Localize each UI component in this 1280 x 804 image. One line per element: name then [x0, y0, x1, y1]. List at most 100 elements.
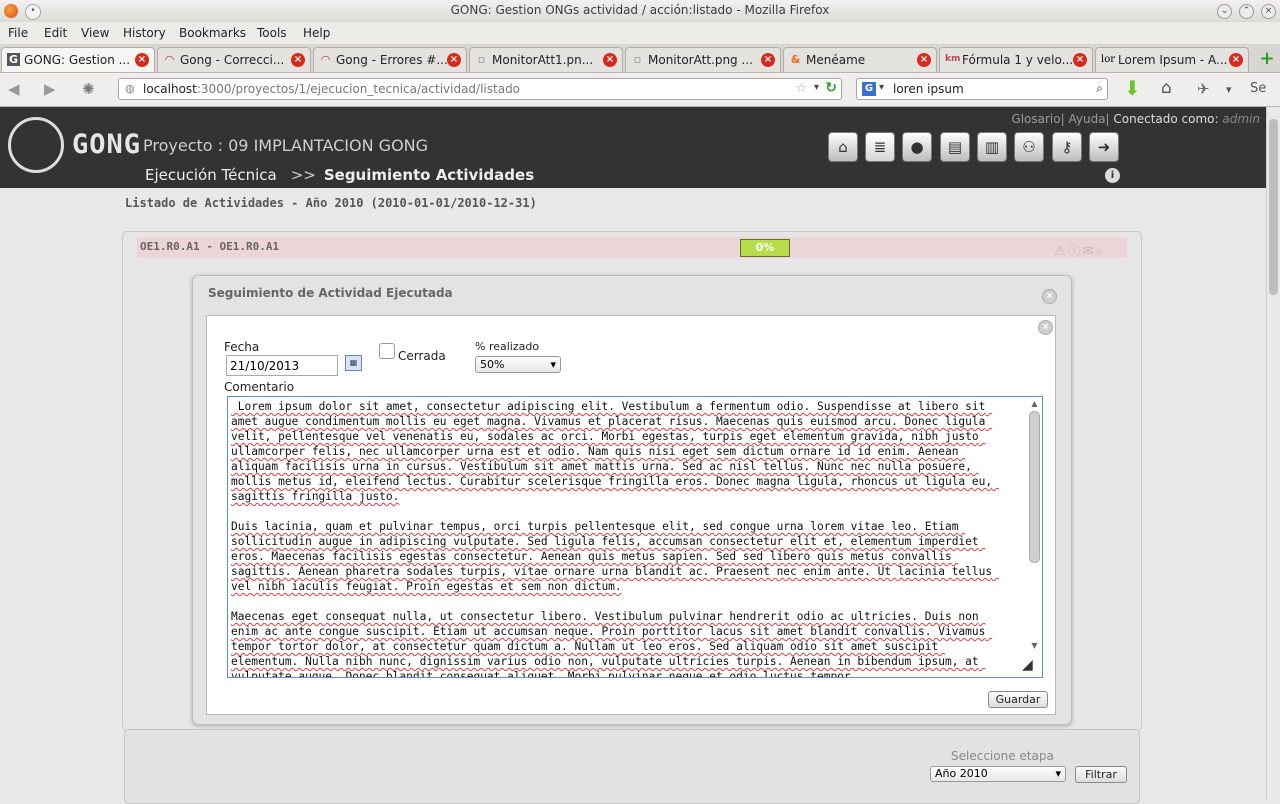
search-bar[interactable]: G ▾ loren ipsum ⌕: [856, 78, 1108, 100]
etapa-value: Año 2010: [935, 767, 988, 780]
page-scrollbar[interactable]: [1266, 107, 1280, 800]
row-actions: ⚠ⓘ✉⌕: [1054, 240, 1105, 259]
tab-formula1[interactable]: km Fórmula 1 y velo... ×: [939, 47, 1093, 72]
url-bar[interactable]: ◍ localhost:3000/proyectos/1/ejecucion_t…: [118, 78, 842, 100]
info-icon[interactable]: i: [1105, 168, 1120, 183]
tab-close-icon[interactable]: ×: [603, 53, 617, 67]
addon-icon[interactable]: ✺: [82, 80, 95, 98]
warning-icon[interactable]: ⚠: [1054, 244, 1068, 259]
cerrada-checkbox[interactable]: [379, 343, 395, 359]
google-icon[interactable]: G: [862, 82, 876, 96]
tab-label: GONG: Gestion ...: [24, 53, 131, 67]
menu-history[interactable]: History: [123, 26, 166, 40]
menu-bookmarks[interactable]: Bookmarks: [179, 26, 246, 40]
tab-gong-errores[interactable]: ◠ Gong - Errores #... ×: [313, 47, 467, 72]
realizado-select[interactable]: 50% ▾: [475, 356, 561, 373]
tab-close-icon[interactable]: ×: [291, 53, 305, 67]
lorem-favicon-icon: lor: [1101, 54, 1115, 65]
home-icon[interactable]: ⌂: [828, 132, 858, 162]
minimize-icon[interactable]: ⌄: [1217, 4, 1232, 19]
users-icon[interactable]: ⚇: [1014, 132, 1044, 162]
activity-row[interactable]: OE1.R0.A1 - OE1.R0.A1: [137, 237, 1127, 258]
tab-monitoratt[interactable]: ▫ MonitorAtt.png ... ×: [625, 47, 781, 72]
toolbar-menu-icon[interactable]: ▾: [1226, 83, 1232, 96]
scroll-up-icon[interactable]: ▲: [1029, 399, 1040, 409]
scroll-down-icon[interactable]: ▼: [1029, 641, 1040, 651]
new-tab-icon[interactable]: +: [1258, 50, 1276, 68]
menu-help[interactable]: Help: [303, 26, 330, 40]
window-title: GONG: Gestion ONGs actividad / acción:li…: [450, 3, 830, 17]
tab-close-icon[interactable]: ×: [917, 53, 931, 67]
etapa-select[interactable]: Año 2010 ▾: [930, 766, 1066, 782]
resize-grip-icon[interactable]: ◢: [1022, 657, 1038, 673]
guardar-button[interactable]: Guardar: [988, 691, 1048, 708]
calendar-icon[interactable]: ▦: [345, 355, 362, 371]
info-icon[interactable]: ⓘ: [1068, 244, 1083, 259]
app-header: GONG Proyecto : 09 IMPLANTACION GONG Glo…: [0, 107, 1266, 188]
user-icon[interactable]: ●: [902, 132, 932, 162]
tools-icon[interactable]: ✈: [1197, 80, 1210, 98]
comment-icon[interactable]: ✉: [1083, 244, 1096, 259]
page-scroll-thumb[interactable]: [1269, 119, 1278, 295]
tab-meneame[interactable]: & Menéame ×: [783, 47, 937, 72]
tab-monitoratt1[interactable]: ▫ MonitorAtt1.pn... ×: [469, 47, 623, 72]
fecha-label: Fecha: [224, 340, 260, 354]
logout-icon[interactable]: ➜: [1089, 132, 1119, 162]
tab-close-icon[interactable]: ×: [447, 53, 461, 67]
tab-lorem-ipsum[interactable]: lor Lorem Ipsum - A... ×: [1095, 47, 1249, 72]
search-input[interactable]: loren ipsum: [893, 82, 964, 96]
gong-logo-icon: [8, 117, 64, 173]
fecha-input[interactable]: 21/10/2013: [226, 355, 338, 376]
glosario-link[interactable]: Glosario: [1011, 112, 1060, 126]
breadcrumb: Ejecución Técnica >> Seguimiento Actividad…: [145, 166, 534, 184]
reload-icon[interactable]: ↻: [825, 80, 837, 96]
form-close-icon[interactable]: ×: [1038, 320, 1053, 335]
activity-code: OE1.R0.A1 - OE1.R0.A1: [140, 240, 280, 253]
ayuda-link[interactable]: Ayuda: [1068, 112, 1105, 126]
top-links: Glosario| Ayuda| Conectado como: admin: [1011, 112, 1260, 126]
tab-close-icon[interactable]: ×: [1229, 53, 1243, 67]
database-icon[interactable]: ≣: [865, 132, 895, 162]
globe-icon: ◍: [125, 82, 135, 95]
menu-file[interactable]: File: [8, 26, 28, 40]
tab-close-icon[interactable]: ×: [761, 53, 775, 67]
binoculars-icon[interactable]: ⌕: [1096, 81, 1103, 96]
comentario-textarea[interactable]: Lorem ipsum dolor sit amet, consectetur …: [227, 396, 1043, 678]
scroll-thumb[interactable]: [1029, 411, 1040, 563]
breadcrumb-section[interactable]: Ejecución Técnica: [145, 166, 277, 184]
breadcrumb-current: Seguimiento Actividades: [323, 166, 535, 184]
tab-gong-correcci[interactable]: ◠ Gong - Correcci... ×: [157, 47, 311, 72]
tab-close-icon[interactable]: ×: [1073, 53, 1087, 67]
book-icon[interactable]: ▤: [940, 132, 970, 162]
search-icon[interactable]: ⌕: [1096, 244, 1105, 259]
bookmark-star-icon[interactable]: ☆: [795, 81, 807, 96]
connected-as-label: Conectado como:: [1113, 112, 1219, 126]
key-icon[interactable]: ⚷: [1052, 132, 1082, 162]
url-text: localhost:3000/proyectos/1/ejecucion_tec…: [143, 82, 521, 96]
forward-icon[interactable]: ▶: [44, 80, 56, 98]
selenium-icon[interactable]: Se: [1250, 81, 1266, 96]
tab-gong-gestion[interactable]: G GONG: Gestion ... ×: [1, 47, 155, 72]
search-engine-dropdown-icon[interactable]: ▾: [879, 82, 884, 93]
url-dropdown-icon[interactable]: ▾: [814, 82, 819, 93]
maximize-icon[interactable]: ⌃: [1239, 4, 1254, 19]
download-icon[interactable]: ⬇: [1124, 76, 1141, 100]
chart-icon[interactable]: ▥: [977, 132, 1007, 162]
home-icon[interactable]: ⌂: [1161, 78, 1172, 98]
textarea-scrollbar[interactable]: ▲ ▼: [1029, 399, 1040, 654]
menu-tools[interactable]: Tools: [257, 26, 287, 40]
menu-view[interactable]: View: [81, 26, 109, 40]
cerrada-label: Cerrada: [398, 349, 446, 363]
etapa-label: Seleccione etapa: [951, 749, 1054, 763]
filtrar-button[interactable]: Filtrar: [1075, 766, 1127, 783]
km-favicon-icon: km: [945, 54, 961, 64]
list-title: Listado de Actividades - Año 2010 (2010-…: [125, 196, 537, 210]
close-icon[interactable]: ×: [1261, 4, 1276, 19]
tab-label: Menéame: [806, 53, 866, 67]
gong-favicon-icon: G: [7, 53, 20, 66]
menu-edit[interactable]: Edit: [44, 26, 67, 40]
back-icon[interactable]: ◀: [8, 80, 20, 98]
progress-badge: 0%: [740, 239, 790, 257]
tab-close-icon[interactable]: ×: [135, 53, 149, 67]
modal-close-icon[interactable]: ×: [1042, 289, 1057, 304]
